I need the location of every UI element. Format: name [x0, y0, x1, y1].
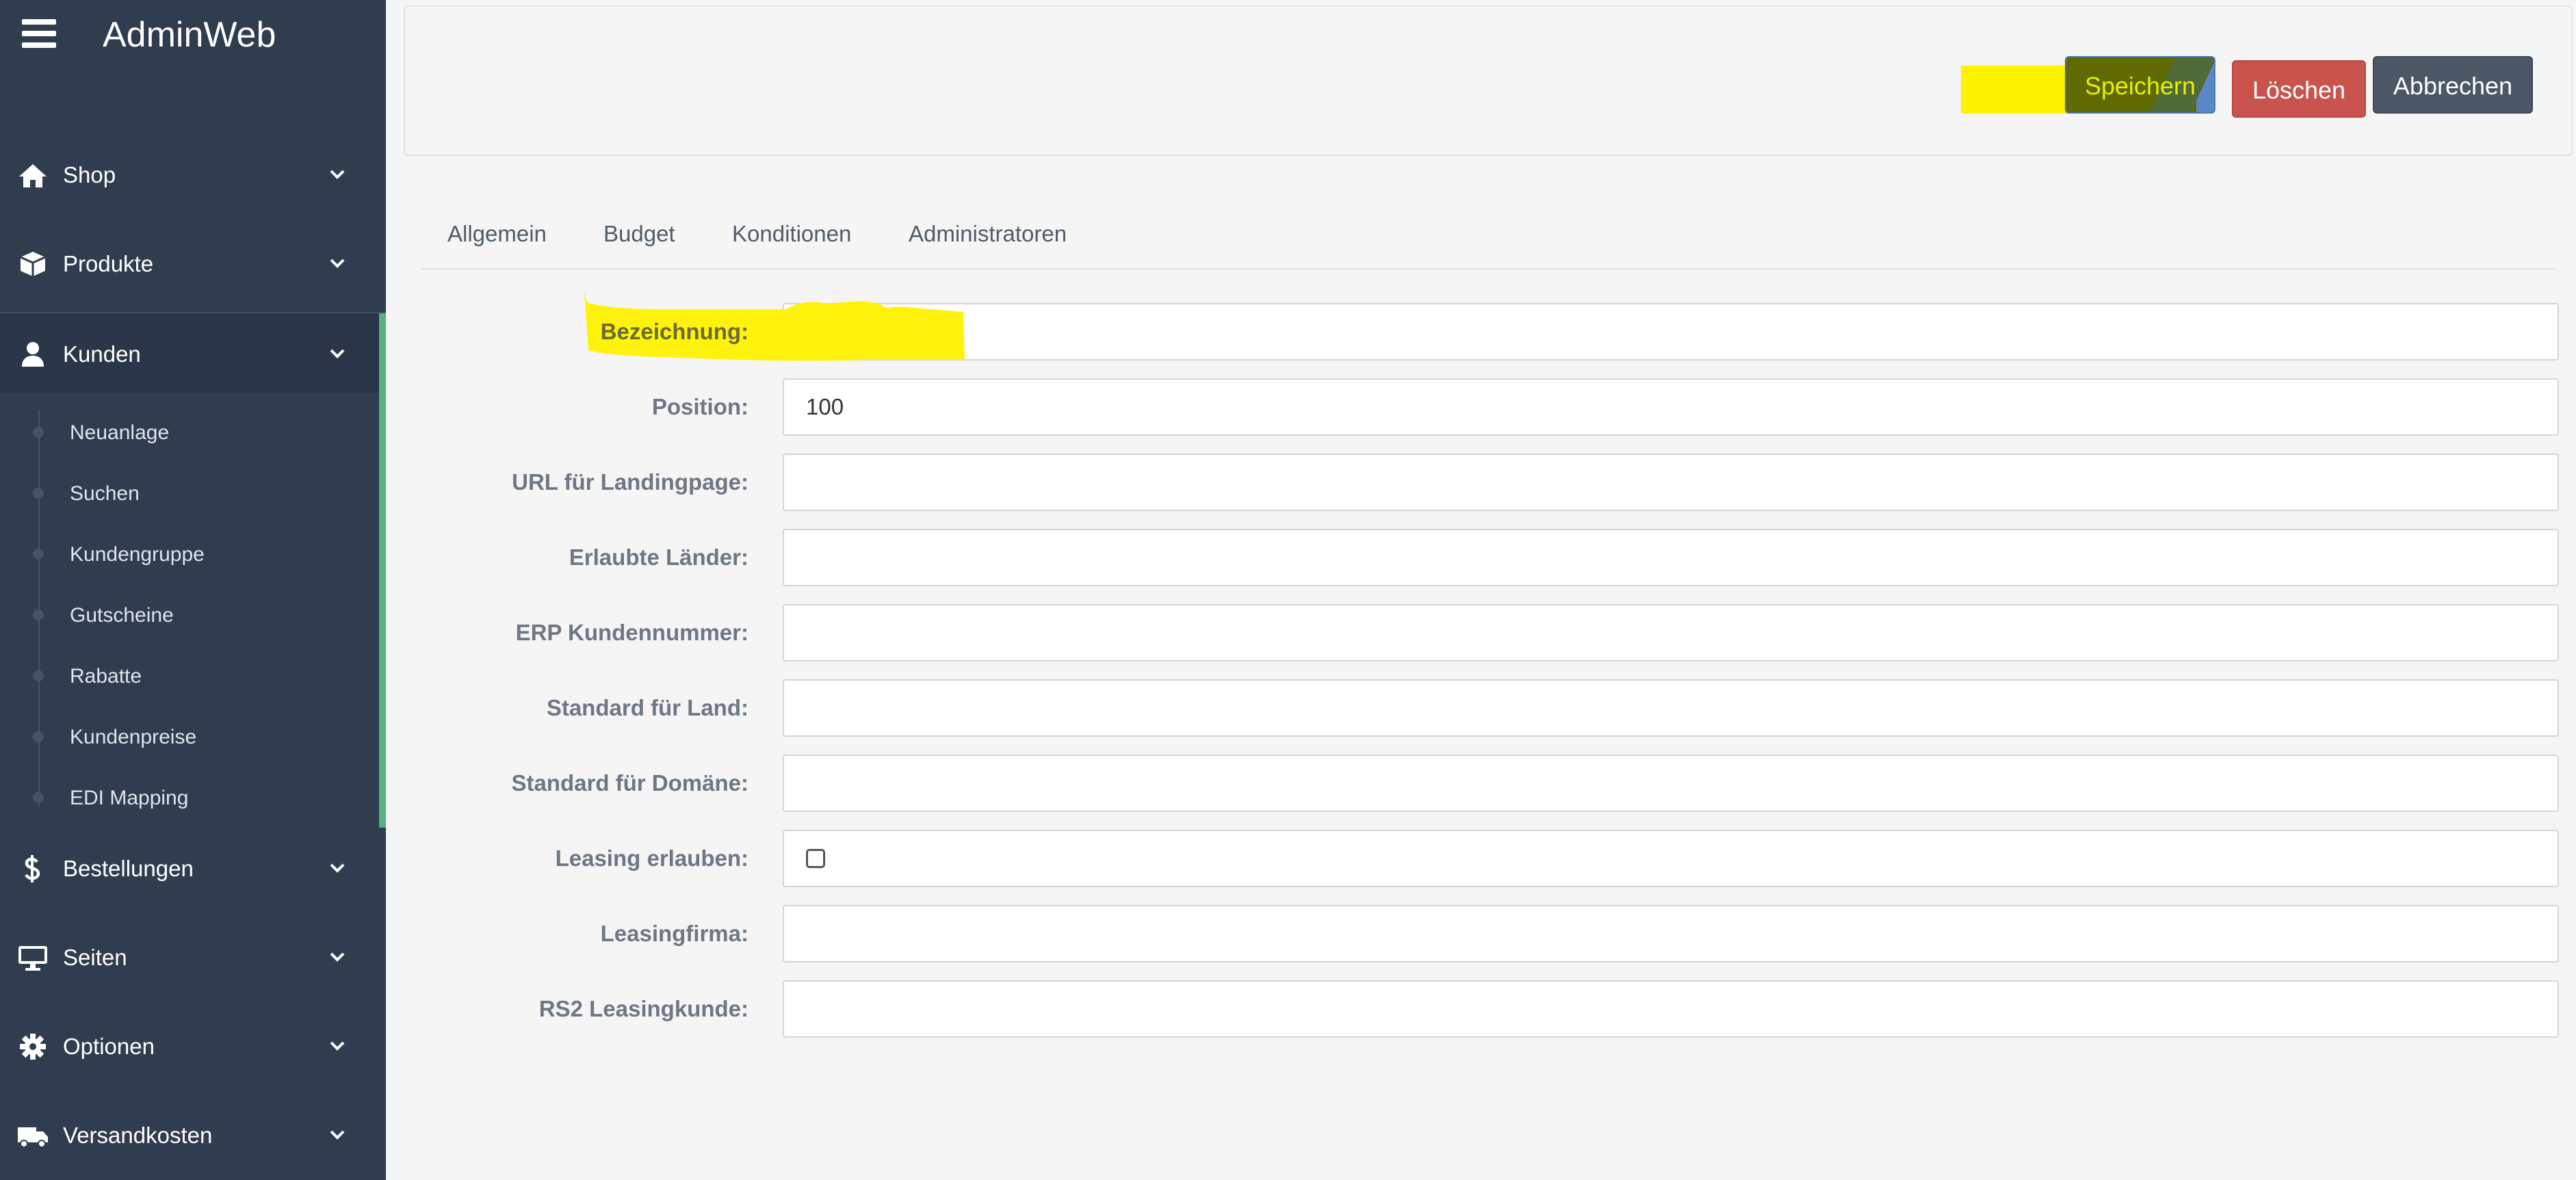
sidebar-item-bestellungen[interactable]: Bestellungen: [0, 828, 386, 910]
rs2-leasingkunde-input[interactable]: [783, 980, 2559, 1038]
sidebar-subitem-rabatte[interactable]: Rabatte: [0, 644, 379, 705]
leasingfirma-input[interactable]: [783, 905, 2559, 962]
sidebar-item-produkte[interactable]: Produkte: [0, 223, 386, 305]
bullet-icon: [33, 427, 44, 438]
field-label: RS2 Leasingkunde:: [538, 996, 749, 1021]
field-label: Leasing erlauben:: [555, 845, 749, 871]
bullet-icon: [33, 670, 44, 681]
sidebar-item-label: Shop: [63, 162, 116, 187]
form-row-leasing-erlauben: Leasing erlauben:: [411, 830, 2559, 887]
sidebar-subitem-label: Suchen: [70, 482, 140, 505]
form-row-erlaubte-laender: Erlaubte Länder:: [411, 529, 2559, 586]
sidebar-subitem-edi-mapping[interactable]: EDI Mapping: [0, 766, 379, 827]
standard-land-input[interactable]: [783, 679, 2559, 737]
dollar-icon: [25, 855, 40, 882]
bullet-icon: [33, 549, 44, 560]
sidebar: AdminWeb Shop Produkte Kunden Neuanlage …: [0, 0, 386, 1180]
field-label: URL für Landingpage:: [512, 469, 749, 495]
gear-icon: [20, 1034, 46, 1060]
leasing-erlauben-checkbox[interactable]: [806, 849, 825, 868]
highlight-mark: [584, 291, 965, 361]
form-row-rs2-leasingkunde: RS2 Leasingkunde:: [411, 980, 2559, 1038]
sidebar-item-label: Seiten: [63, 945, 127, 970]
sidebar-subitem-kundenpreise[interactable]: Kundenpreise: [0, 705, 379, 766]
bullet-icon: [33, 488, 44, 499]
tab-budget[interactable]: Budget: [603, 219, 675, 249]
chevron-down-icon: [330, 259, 345, 268]
sidebar-item-kunden[interactable]: Kunden: [0, 312, 386, 397]
tab-administratoren[interactable]: Administratoren: [909, 219, 1067, 249]
chevron-down-icon: [330, 170, 345, 179]
hamburger-menu-icon[interactable]: [22, 19, 56, 48]
erp-kundennummer-input[interactable]: [783, 604, 2559, 661]
sidebar-subitem-label: Neuanlage: [70, 421, 170, 444]
sidebar-item-versandkosten[interactable]: Versandkosten: [0, 1094, 386, 1177]
form-row-standard-land: Standard für Land:: [411, 679, 2559, 737]
active-indicator: [379, 313, 386, 828]
url-landingpage-input[interactable]: [783, 454, 2559, 511]
form-row-erp-kundennummer: ERP Kundennummer:: [411, 604, 2559, 661]
sidebar-item-shop[interactable]: Shop: [0, 134, 386, 216]
tab-bar: Allgemein Budget Konditionen Administrat…: [421, 205, 2556, 270]
user-icon: [22, 342, 44, 367]
form-row-leasingfirma: Leasingfirma:: [411, 905, 2559, 962]
form-row-standard-domaene: Standard für Domäne:: [411, 755, 2559, 812]
save-button-label: Speichern: [2084, 72, 2196, 100]
tab-allgemein[interactable]: Allgemein: [447, 219, 547, 249]
highlight-mark: [1961, 66, 2070, 114]
sidebar-item-label: Optionen: [63, 1034, 155, 1059]
cancel-button[interactable]: Abbrechen: [2373, 56, 2533, 114]
chevron-down-icon: [330, 952, 345, 962]
sidebar-item-label: Kunden: [63, 341, 141, 367]
sidebar-subitem-label: Kundenpreise: [70, 726, 197, 748]
leasing-erlauben-field: [783, 830, 2559, 887]
field-label: Erlaubte Länder:: [569, 545, 749, 570]
sidebar-subitem-kundengruppe[interactable]: Kundengruppe: [0, 523, 379, 584]
sidebar-subitem-label: Gutscheine: [70, 604, 174, 627]
sidebar-subitem-label: Rabatte: [70, 665, 142, 687]
bezeichnung-input[interactable]: [783, 303, 2559, 360]
sidebar-header: AdminWeb: [0, 0, 386, 75]
field-label: Standard für Land:: [546, 695, 749, 720]
sidebar-item-label: Produkte: [63, 251, 154, 276]
monitor-icon: [18, 946, 47, 971]
box-icon: [20, 252, 46, 276]
field-label: ERP Kundennummer:: [515, 620, 749, 645]
bullet-icon: [33, 731, 44, 742]
sidebar-item-label: Bestellungen: [63, 856, 194, 881]
sidebar-subitem-suchen[interactable]: Suchen: [0, 462, 379, 523]
sidebar-subitem-label: Kundengruppe: [70, 543, 205, 566]
sidebar-item-seiten[interactable]: Seiten: [0, 917, 386, 999]
field-label: Leasingfirma:: [600, 921, 749, 946]
position-input[interactable]: [783, 378, 2559, 436]
standard-domaene-input[interactable]: [783, 755, 2559, 812]
sidebar-subitem-neuanlage[interactable]: Neuanlage: [0, 401, 379, 462]
field-label: Standard für Domäne:: [511, 770, 749, 796]
chevron-down-icon: [330, 1041, 345, 1051]
form-row-position: Position:: [411, 378, 2559, 436]
sidebar-subitem-gutscheine[interactable]: Gutscheine: [0, 584, 379, 644]
chevron-down-icon: [330, 863, 345, 873]
field-label: Position:: [651, 394, 749, 419]
tab-konditionen[interactable]: Konditionen: [732, 219, 851, 249]
chevron-down-icon: [330, 1130, 345, 1140]
bullet-icon: [33, 609, 44, 620]
delete-button[interactable]: Löschen: [2232, 60, 2366, 118]
home-icon: [19, 164, 47, 187]
truck-icon: [18, 1127, 48, 1148]
sidebar-subitem-label: EDI Mapping: [70, 787, 189, 809]
sidebar-item-label: Versandkosten: [63, 1123, 213, 1148]
sidebar-item-optionen[interactable]: Optionen: [0, 1006, 386, 1088]
app-title[interactable]: AdminWeb: [103, 11, 276, 59]
form-row-url-landingpage: URL für Landingpage:: [411, 454, 2559, 511]
chevron-down-icon: [330, 349, 345, 358]
save-button[interactable]: Speichern: [2065, 56, 2215, 114]
bullet-icon: [33, 792, 44, 803]
erlaubte-laender-input[interactable]: [783, 529, 2559, 586]
